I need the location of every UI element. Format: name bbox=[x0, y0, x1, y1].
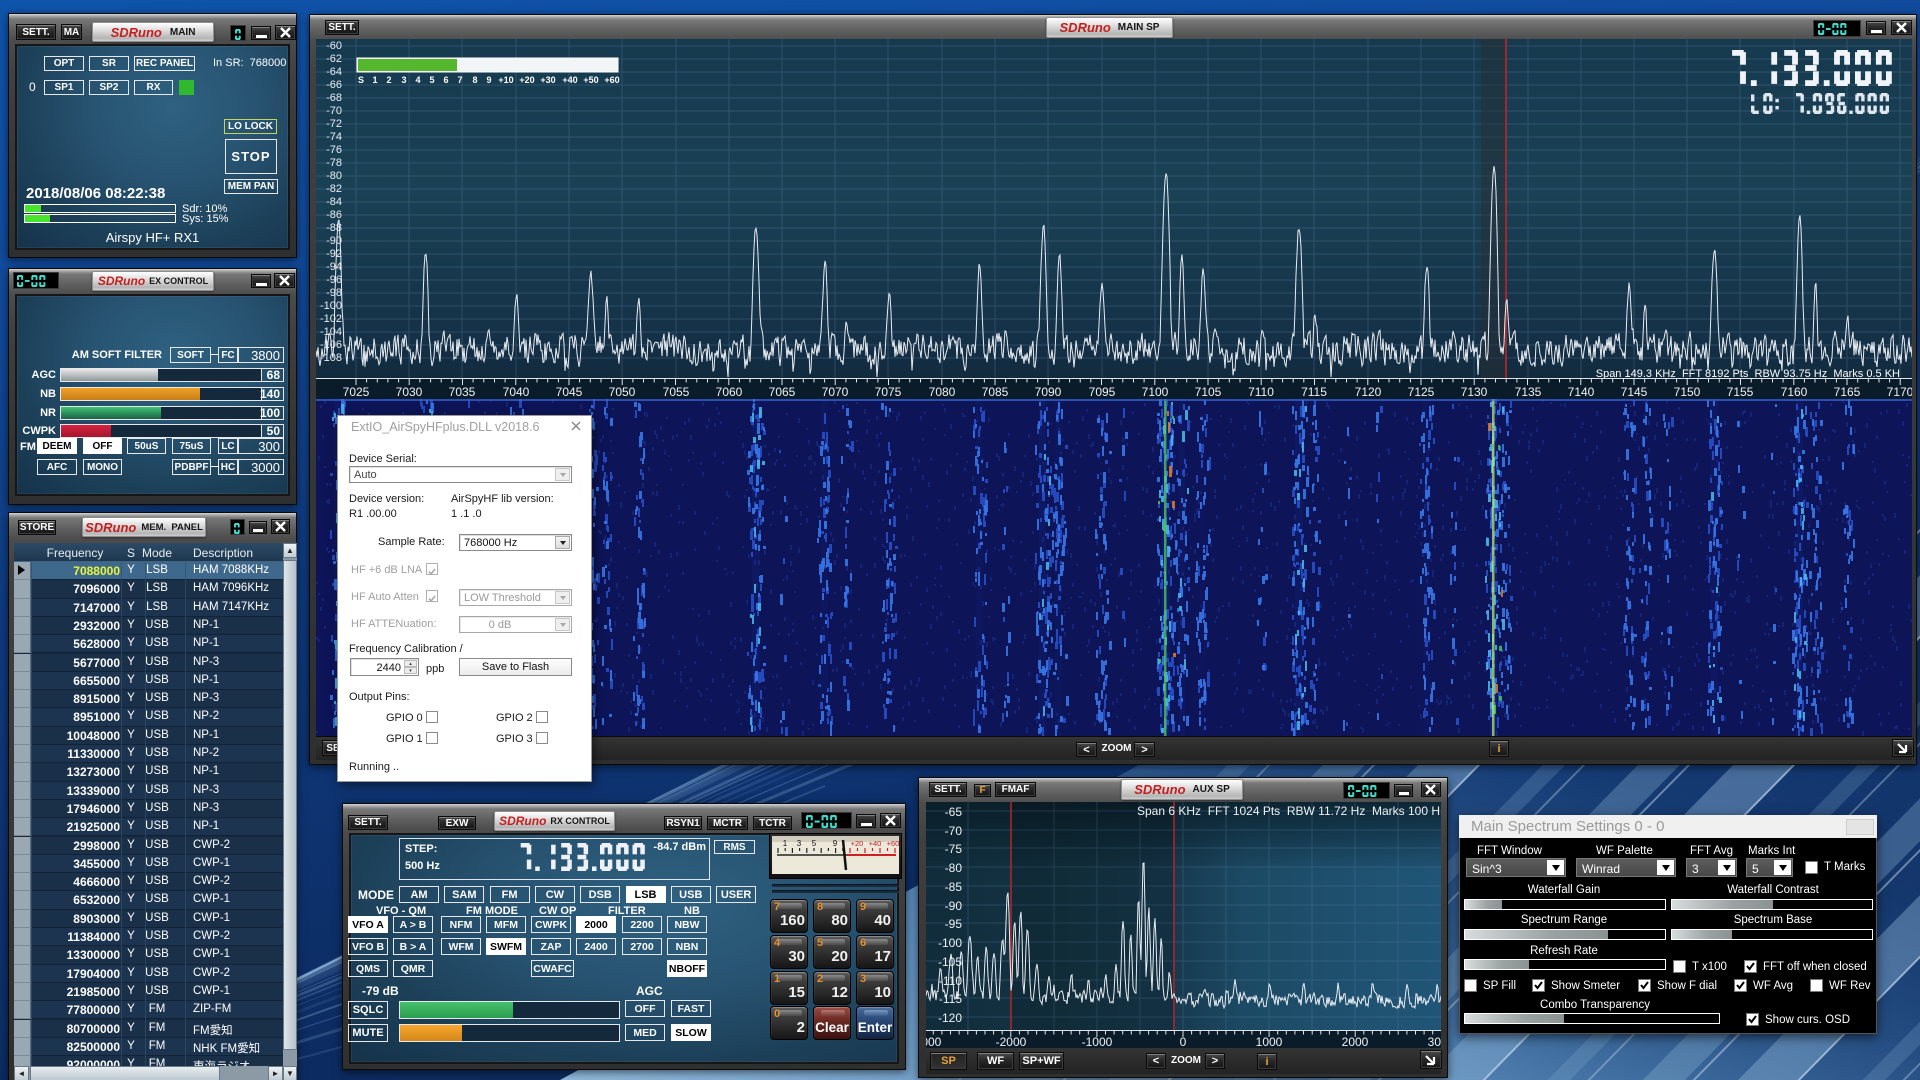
svg-text:5: 5 bbox=[812, 839, 817, 848]
svg-text:7105: 7105 bbox=[1195, 385, 1222, 399]
svg-text:7075: 7075 bbox=[875, 385, 902, 399]
svg-text:7155: 7155 bbox=[1727, 385, 1754, 399]
svg-text:9: 9 bbox=[486, 75, 491, 85]
svg-text:7065: 7065 bbox=[769, 385, 796, 399]
svg-text:+60: +60 bbox=[887, 839, 899, 848]
svg-text:3: 3 bbox=[797, 839, 802, 848]
svg-text:Span 6 KHz FFT 1024 Pts RBW: Span 6 KHz FFT 1024 Pts RBW 11.72 Hz Mar… bbox=[1137, 804, 1440, 818]
svg-text:8: 8 bbox=[472, 75, 477, 85]
svg-text:6: 6 bbox=[443, 75, 448, 85]
svg-text:1: 1 bbox=[783, 839, 788, 848]
svg-text:7090: 7090 bbox=[1035, 385, 1062, 399]
svg-text:7030: 7030 bbox=[396, 385, 423, 399]
svg-text:7: 7 bbox=[457, 75, 462, 85]
svg-text:7145: 7145 bbox=[1621, 385, 1648, 399]
svg-text:+50: +50 bbox=[583, 75, 598, 85]
svg-text:S: S bbox=[358, 75, 364, 85]
svg-text:7080: 7080 bbox=[929, 385, 956, 399]
svg-text:2000: 2000 bbox=[1342, 1035, 1369, 1048]
svg-text:7055: 7055 bbox=[663, 385, 690, 399]
svg-text:7060: 7060 bbox=[716, 385, 743, 399]
svg-text:7095: 7095 bbox=[1089, 385, 1116, 399]
svg-text:4: 4 bbox=[415, 75, 420, 85]
svg-text:-1000: -1000 bbox=[1082, 1035, 1113, 1048]
svg-text:7040: 7040 bbox=[503, 385, 530, 399]
svg-text:7120: 7120 bbox=[1355, 385, 1382, 399]
svg-text:3: 3 bbox=[401, 75, 406, 85]
svg-text:+20: +20 bbox=[519, 75, 534, 85]
svg-text:7130: 7130 bbox=[1461, 385, 1488, 399]
svg-text:7125: 7125 bbox=[1408, 385, 1435, 399]
svg-text:7115: 7115 bbox=[1301, 385, 1327, 399]
svg-text:+10: +10 bbox=[498, 75, 513, 85]
svg-text:7100: 7100 bbox=[1142, 385, 1169, 399]
svg-text:7070: 7070 bbox=[822, 385, 849, 399]
svg-text:7025: 7025 bbox=[343, 385, 370, 399]
svg-text:-2000: -2000 bbox=[996, 1035, 1027, 1048]
svg-text:+40: +40 bbox=[869, 839, 882, 848]
svg-text:7150: 7150 bbox=[1674, 385, 1701, 399]
svg-text:3000: 3000 bbox=[1428, 1035, 1441, 1048]
svg-text:-3000: -3000 bbox=[926, 1035, 942, 1048]
svg-text:7170: 7170 bbox=[1887, 385, 1912, 399]
svg-text:7160: 7160 bbox=[1781, 385, 1808, 399]
svg-text:2: 2 bbox=[386, 75, 391, 85]
svg-text:1: 1 bbox=[372, 75, 377, 85]
svg-text:5: 5 bbox=[429, 75, 434, 85]
svg-text:9: 9 bbox=[833, 839, 838, 848]
svg-text:7110: 7110 bbox=[1248, 385, 1274, 399]
svg-text:0: 0 bbox=[1180, 1035, 1187, 1048]
svg-text:+60: +60 bbox=[604, 75, 619, 85]
svg-text:7140: 7140 bbox=[1568, 385, 1595, 399]
svg-text:7035: 7035 bbox=[449, 385, 476, 399]
svg-text:7045: 7045 bbox=[556, 385, 583, 399]
svg-text:+20: +20 bbox=[851, 839, 864, 848]
svg-text:7085: 7085 bbox=[982, 385, 1009, 399]
svg-text:+40: +40 bbox=[562, 75, 577, 85]
svg-text:7135: 7135 bbox=[1515, 385, 1542, 399]
svg-text:7165: 7165 bbox=[1834, 385, 1861, 399]
svg-text:1000: 1000 bbox=[1256, 1035, 1283, 1048]
svg-text:7050: 7050 bbox=[609, 385, 636, 399]
svg-text:+30: +30 bbox=[540, 75, 555, 85]
